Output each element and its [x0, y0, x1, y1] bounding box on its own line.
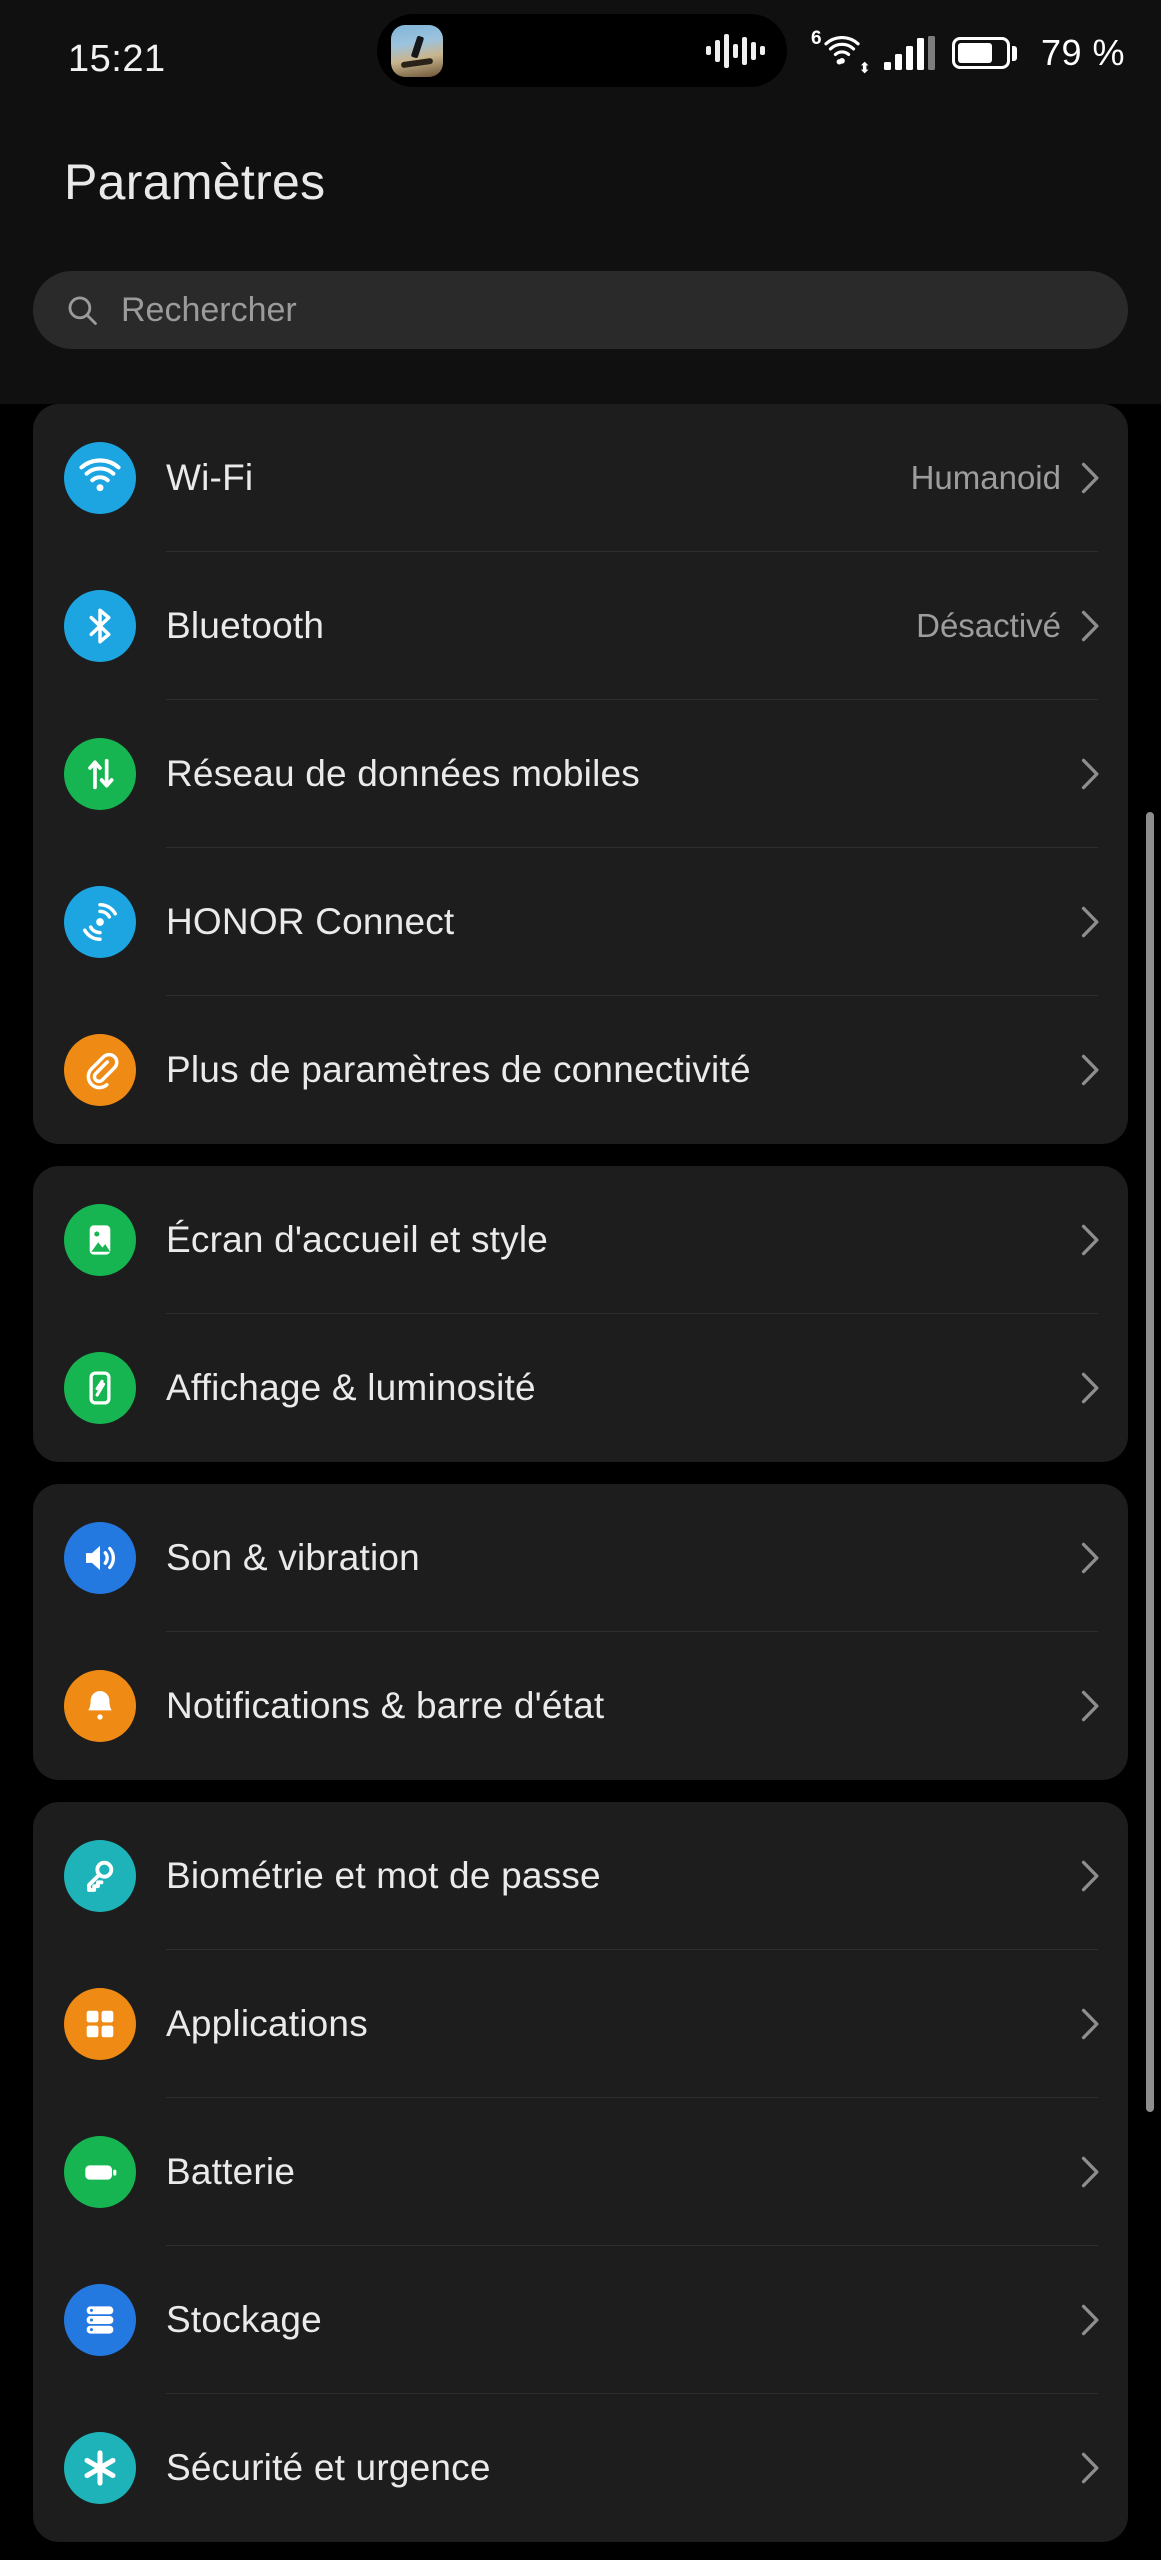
settings-row[interactable]: Batterie	[33, 2098, 1128, 2246]
settings-row-label: HONOR Connect	[166, 901, 455, 942]
chevron-right-icon	[1081, 1054, 1099, 1086]
settings-row-label: Notifications & barre d'état	[166, 1685, 605, 1726]
wallpaper-icon	[64, 1204, 136, 1276]
chevron-right-icon	[1081, 2304, 1099, 2336]
wifi-generation-label: 6	[810, 28, 822, 49]
chevron-right-icon	[1081, 906, 1099, 938]
settings-row[interactable]: Wi-Fi Humanoid	[33, 404, 1128, 552]
settings-row-label: Wi-Fi	[166, 457, 254, 498]
settings-screen: 15:21 6 ⬍ 79 % Paramètres Rechercher Wi-…	[0, 0, 1161, 2560]
settings-row[interactable]: Écran d'accueil et style	[33, 1166, 1128, 1314]
chevron-right-icon	[1081, 2156, 1099, 2188]
settings-row-label: Bluetooth	[166, 605, 325, 646]
chevron-right-icon	[1081, 1542, 1099, 1574]
settings-group-system: Biométrie et mot de passe Applications B…	[33, 1802, 1128, 2542]
cellular-signal-icon	[883, 36, 935, 70]
settings-row-value: Humanoid	[910, 459, 1061, 496]
dynamic-island-media-capsule[interactable]	[377, 14, 787, 87]
settings-row-label: Réseau de données mobiles	[166, 753, 640, 794]
settings-row-value: Désactivé	[916, 607, 1061, 644]
settings-group-sound: Son & vibration Notifications & barre d'…	[33, 1484, 1128, 1780]
search-placeholder: Rechercher	[121, 290, 297, 329]
search-input[interactable]: Rechercher	[33, 271, 1128, 349]
status-bar: 15:21 6 ⬍ 79 %	[0, 0, 1161, 105]
chevron-right-icon	[1081, 462, 1099, 494]
settings-row[interactable]: Sécurité et urgence	[33, 2394, 1128, 2542]
wifi-icon: 6 ⬍	[810, 28, 871, 76]
settings-row-label: Batterie	[166, 2151, 296, 2192]
settings-row-label: Applications	[166, 2003, 368, 2044]
chevron-right-icon	[1081, 1372, 1099, 1404]
data-transfer-arrows-icon: ⬍	[858, 60, 871, 77]
battery-icon	[64, 2136, 136, 2208]
chevron-right-icon	[1081, 2008, 1099, 2040]
chevron-right-icon	[1081, 610, 1099, 642]
settings-row-label: Affichage & luminosité	[166, 1367, 536, 1408]
settings-row[interactable]: Applications	[33, 1950, 1128, 2098]
bell-icon	[64, 1670, 136, 1742]
settings-group-connectivity: Wi-Fi Humanoid Bluetooth Désactivé Réseau …	[33, 404, 1128, 1144]
settings-row[interactable]: Plus de paramètres de connectivité	[33, 996, 1128, 1144]
link-icon	[64, 1034, 136, 1106]
chevron-right-icon	[1081, 1860, 1099, 1892]
settings-row[interactable]: HONOR Connect	[33, 848, 1128, 996]
emergency-icon	[64, 2432, 136, 2504]
header-spacer	[0, 349, 1161, 404]
speaker-icon	[64, 1522, 136, 1594]
status-bar-indicators: 6 ⬍ 79 %	[810, 28, 1125, 76]
battery-percent-label: 79 %	[1040, 32, 1125, 73]
settings-row-label: Stockage	[166, 2299, 322, 2340]
bluetooth-icon	[64, 590, 136, 662]
vertical-scrollbar[interactable]	[1146, 812, 1154, 2112]
album-art-thumbnail	[391, 24, 443, 77]
settings-row[interactable]: Biométrie et mot de passe	[33, 1802, 1128, 1950]
settings-row-label: Son & vibration	[166, 1537, 420, 1578]
settings-row[interactable]: Son & vibration	[33, 1484, 1128, 1632]
settings-row[interactable]: Affichage & luminosité	[33, 1314, 1128, 1462]
battery-icon	[951, 36, 1018, 70]
page-title: Paramètres	[64, 154, 326, 210]
mobile-data-icon	[64, 738, 136, 810]
settings-row-label: Plus de paramètres de connectivité	[166, 1049, 751, 1090]
honor-connect-icon	[64, 886, 136, 958]
settings-row[interactable]: Notifications & barre d'état	[33, 1632, 1128, 1780]
status-bar-clock: 15:21	[68, 38, 166, 80]
wifi-icon	[64, 442, 136, 514]
audio-waveform-icon	[706, 33, 765, 68]
page-header: Paramètres Rechercher	[0, 105, 1161, 349]
settings-row-label: Écran d'accueil et style	[166, 1219, 549, 1260]
settings-row[interactable]: Bluetooth Désactivé	[33, 552, 1128, 700]
apps-grid-icon	[64, 1988, 136, 2060]
settings-row[interactable]: Stockage	[33, 2246, 1128, 2394]
settings-group-display: Écran d'accueil et style Affichage & lum…	[33, 1166, 1128, 1462]
settings-list[interactable]: Wi-Fi Humanoid Bluetooth Désactivé Réseau …	[0, 404, 1161, 2542]
chevron-right-icon	[1081, 1224, 1099, 1256]
chevron-right-icon	[1081, 1690, 1099, 1722]
chevron-right-icon	[1081, 758, 1099, 790]
search-icon	[68, 296, 97, 325]
brightness-icon	[64, 1352, 136, 1424]
key-icon	[64, 1840, 136, 1912]
settings-row[interactable]: Réseau de données mobiles	[33, 700, 1128, 848]
settings-row-label: Sécurité et urgence	[166, 2447, 491, 2488]
chevron-right-icon	[1081, 2452, 1099, 2484]
settings-row-label: Biométrie et mot de passe	[166, 1855, 601, 1896]
storage-icon	[64, 2284, 136, 2356]
